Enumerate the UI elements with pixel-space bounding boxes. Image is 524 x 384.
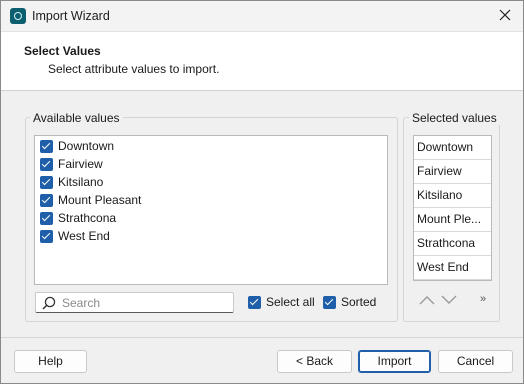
list-item-label: Fairview xyxy=(58,157,103,171)
search-icon xyxy=(42,296,56,310)
close-icon[interactable] xyxy=(497,7,513,23)
list-item-label: West End xyxy=(58,229,110,243)
title-bar: Import Wizard xyxy=(1,1,523,32)
list-item[interactable]: Strathcona xyxy=(40,209,116,227)
page-title: Select Values xyxy=(24,44,101,58)
cancel-button[interactable]: Cancel xyxy=(438,350,513,373)
list-item-label: Mount Pleasant xyxy=(58,193,142,207)
sorted-label: Sorted xyxy=(341,295,377,309)
list-item-label: Downtown xyxy=(58,139,115,153)
list-item[interactable]: Kitsilano xyxy=(414,184,491,208)
list-item-label: Kitsilano xyxy=(58,175,104,189)
list-item-label: Strathcona xyxy=(58,211,117,225)
list-item[interactable]: Fairview xyxy=(414,160,491,184)
sorted-checkbox[interactable]: Sorted xyxy=(323,295,376,309)
selected-values-label: Selected values xyxy=(409,111,500,125)
list-item[interactable]: Downtown xyxy=(414,136,491,160)
search-input[interactable] xyxy=(62,294,230,311)
list-item[interactable]: West End xyxy=(414,256,491,280)
window-title: Import Wizard xyxy=(32,9,110,23)
checkbox[interactable] xyxy=(323,295,336,309)
checkbox[interactable] xyxy=(40,229,53,243)
checkbox[interactable] xyxy=(40,211,53,225)
footer: Help < Back Import Cancel xyxy=(1,337,523,383)
selected-values-list[interactable]: Downtown Fairview Kitsilano Mount Ple...… xyxy=(413,135,492,281)
list-item[interactable]: West End xyxy=(40,227,110,245)
import-button[interactable]: Import xyxy=(358,350,431,373)
chevron-up-icon[interactable] xyxy=(419,295,435,305)
page-header: Select Values Select attribute values to… xyxy=(1,32,523,91)
list-item[interactable]: Mount Ple... xyxy=(414,208,491,232)
select-all-checkbox[interactable]: Select all xyxy=(248,295,315,309)
more-button[interactable]: » xyxy=(480,293,486,305)
checkbox[interactable] xyxy=(40,157,53,171)
back-button[interactable]: < Back xyxy=(277,350,352,373)
checkbox[interactable] xyxy=(248,295,261,309)
search-box xyxy=(35,292,234,313)
list-item[interactable]: Downtown xyxy=(40,137,114,155)
available-values-list[interactable]: Downtown Fairview Kitsilano Mount Pleasa… xyxy=(34,135,388,285)
list-item[interactable]: Strathcona xyxy=(414,232,491,256)
checkbox[interactable] xyxy=(40,175,53,189)
checkbox[interactable] xyxy=(40,193,53,207)
list-item[interactable]: Kitsilano xyxy=(40,173,103,191)
list-item[interactable]: Mount Pleasant xyxy=(40,191,141,209)
import-wizard-window: Import Wizard Select Values Select attri… xyxy=(0,0,524,384)
chevron-down-icon[interactable] xyxy=(441,295,457,305)
checkbox[interactable] xyxy=(40,139,53,153)
help-button[interactable]: Help xyxy=(14,350,87,373)
available-values-label: Available values xyxy=(30,111,123,125)
page-subtitle: Select attribute values to import. xyxy=(48,62,220,76)
select-all-label: Select all xyxy=(266,295,315,309)
list-item[interactable]: Fairview xyxy=(40,155,103,173)
app-icon xyxy=(10,8,26,24)
